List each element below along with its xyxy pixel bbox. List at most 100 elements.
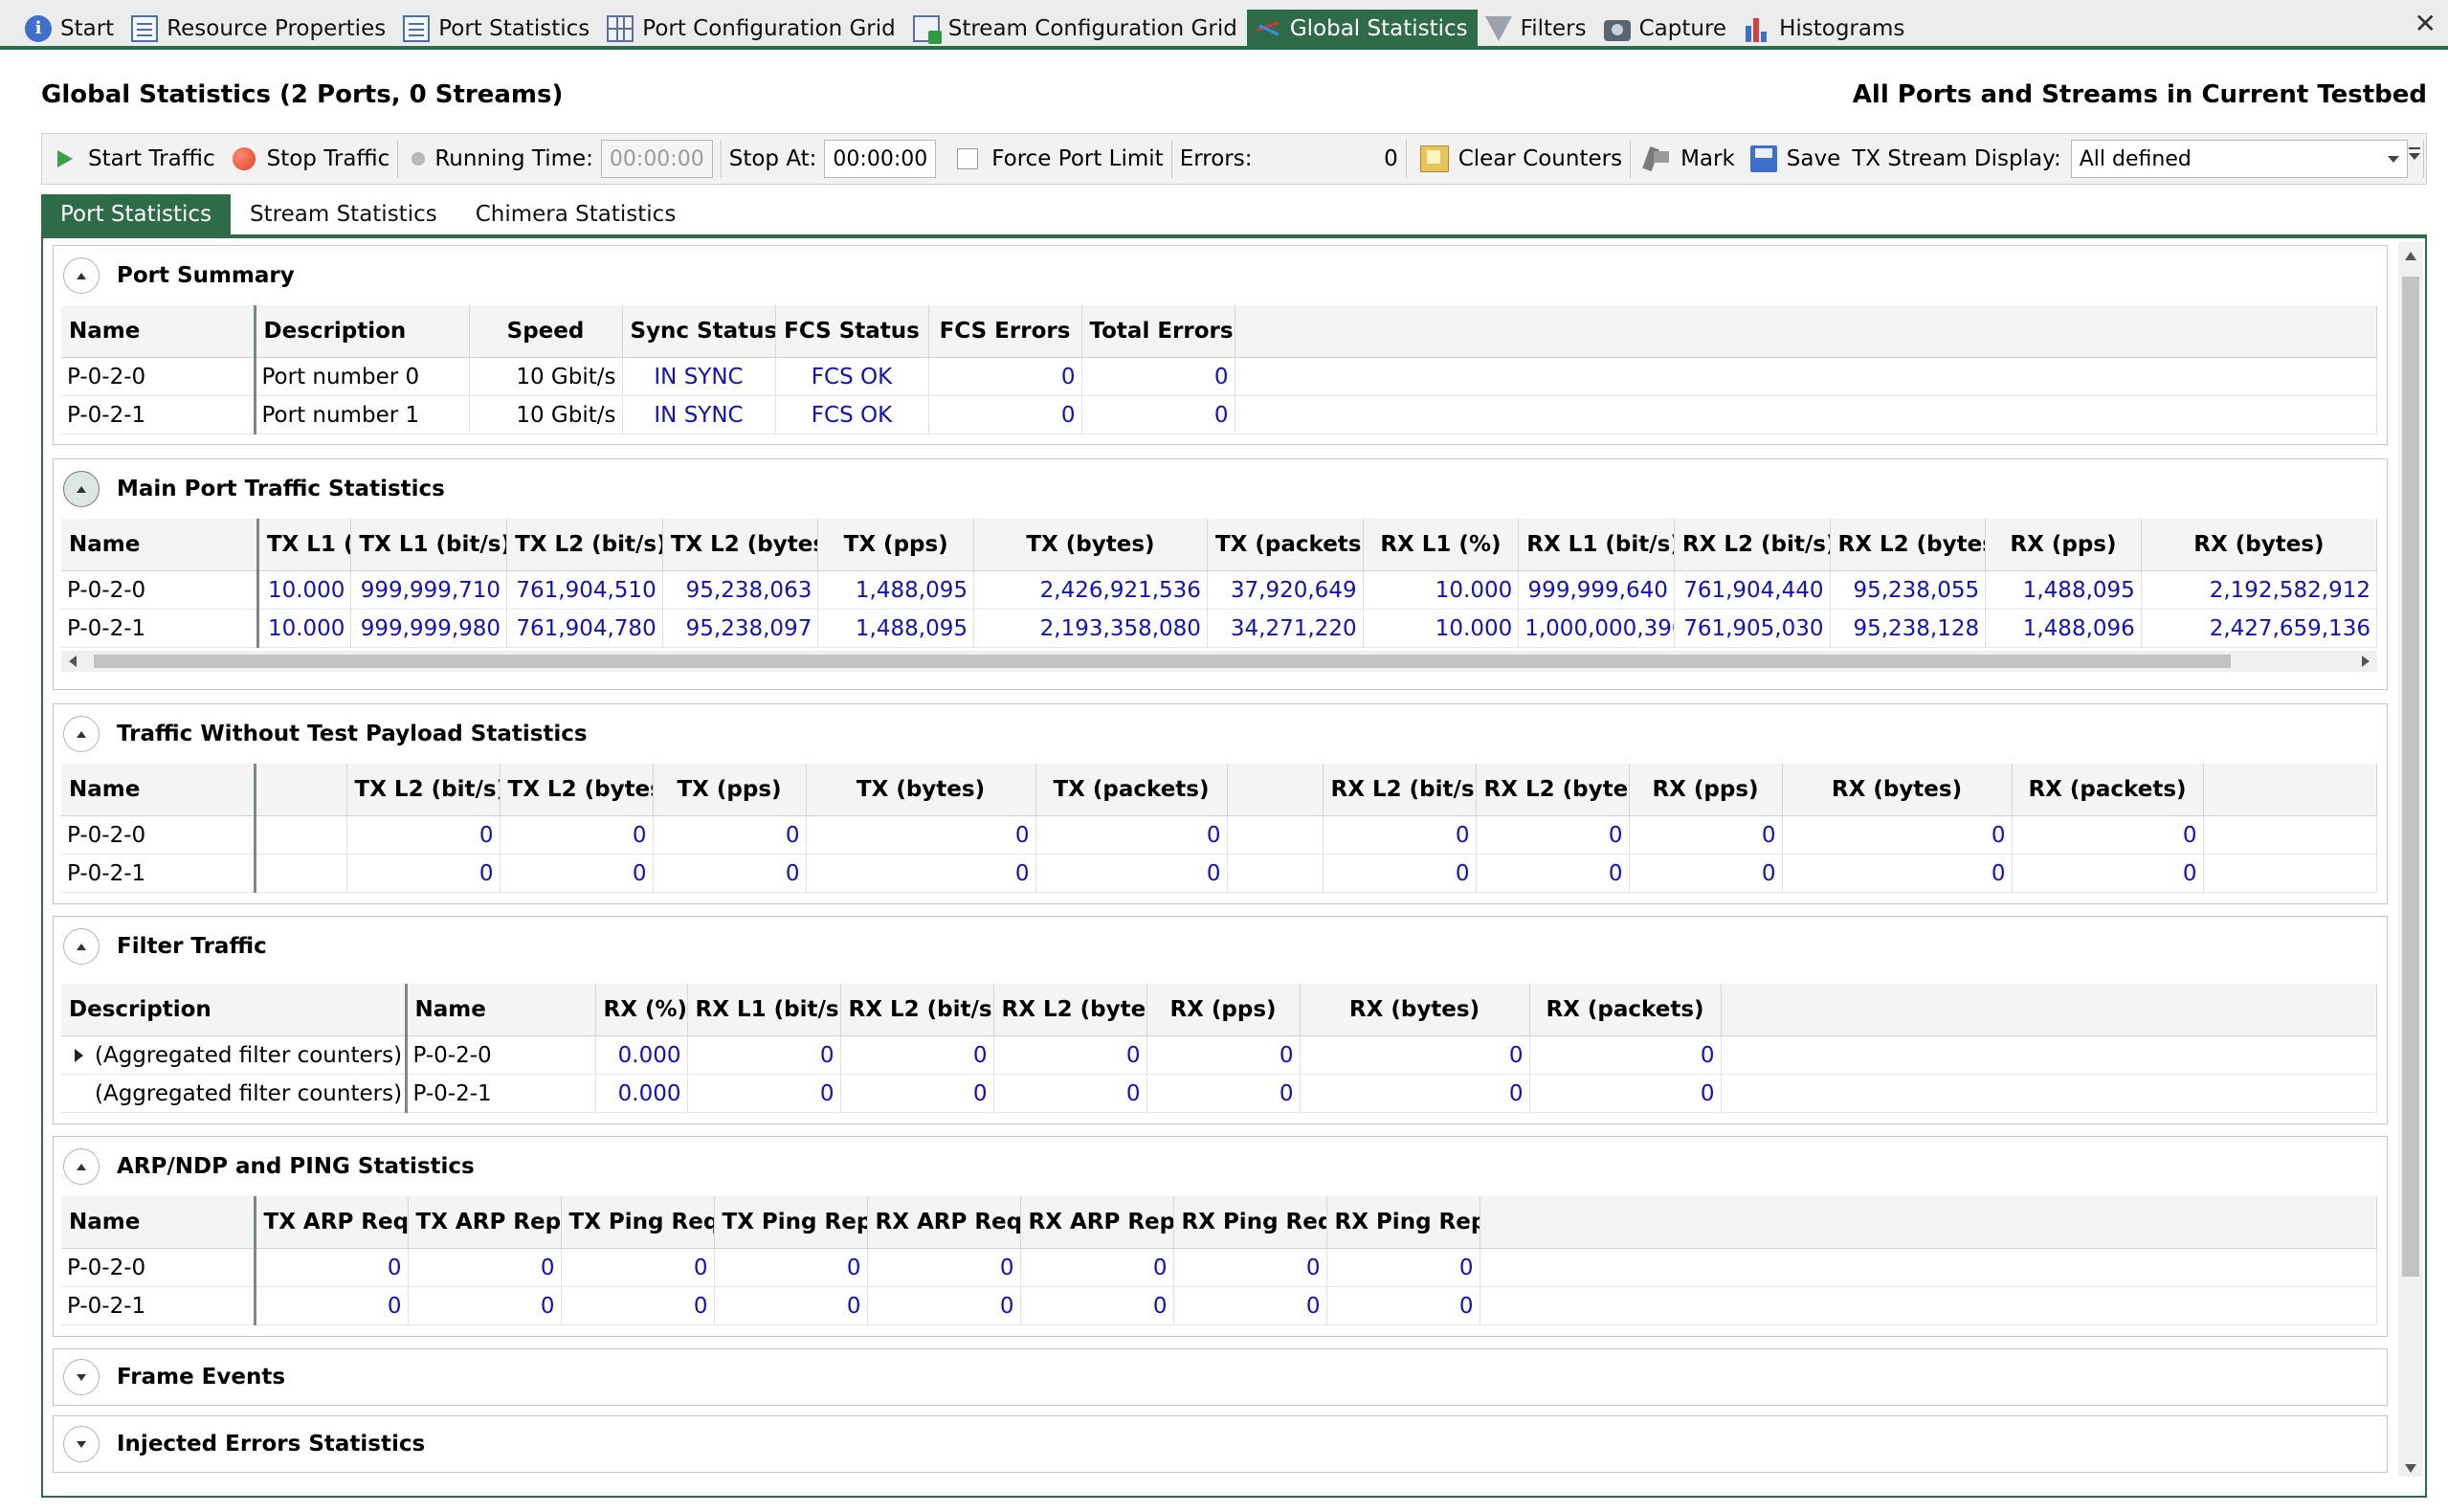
table-row[interactable]: P-0-2-0 10.000 999,999,710 761,904,510 9… — [61, 570, 2378, 610]
scroll-right-icon[interactable] — [2362, 656, 2370, 667]
column-header[interactable]: TX (packets) — [1207, 519, 1364, 571]
column-header[interactable]: RX (bytes) — [1300, 984, 1530, 1036]
section-header[interactable]: ARP/NDP and PING Statistics — [54, 1137, 2387, 1196]
section-header[interactable]: Traffic Without Test Payload Statistics — [54, 704, 2387, 764]
column-header[interactable]: Speed — [469, 305, 623, 358]
mark-button[interactable]: Mark — [1633, 134, 1741, 184]
column-header[interactable]: Name — [61, 519, 259, 571]
column-header[interactable]: RX L2 (bytes/s) — [993, 984, 1147, 1036]
column-header[interactable]: RX L2 (bytes/s) — [1476, 764, 1630, 816]
column-header[interactable]: TX L2 (bytes/s) — [500, 764, 654, 816]
column-header[interactable]: Name — [61, 305, 256, 358]
table-row[interactable]: P-0-2-0 Port number 0 10 Gbit/s IN SYNC … — [61, 357, 2377, 396]
column-header[interactable]: RX ARP Req — [867, 1196, 1021, 1249]
column-header[interactable]: TX L1 (%) — [257, 519, 352, 571]
stop-at-field[interactable]: 00:00:00 — [824, 140, 937, 178]
column-header[interactable]: RX (pps) — [1146, 984, 1301, 1036]
column-header[interactable]: RX Ping Rep — [1326, 1196, 1480, 1249]
tab-port-configuration-grid[interactable]: Port Configuration Grid — [599, 10, 904, 48]
tab-chimera-statistics[interactable]: Chimera Statistics — [456, 194, 696, 234]
column-header[interactable]: RX L2 (bit/s) — [1674, 519, 1831, 571]
column-header[interactable] — [1227, 764, 1324, 816]
tab-resource-properties[interactable]: Resource Properties — [123, 10, 395, 48]
column-header[interactable]: Sync Status — [622, 305, 776, 358]
column-header[interactable]: RX Ping Req — [1173, 1196, 1327, 1249]
tab-port-statistics[interactable]: Port Statistics — [395, 10, 599, 48]
column-header[interactable]: TX L2 (bit/s) — [346, 764, 501, 816]
scroll-down-icon[interactable] — [2405, 1464, 2416, 1473]
table-row[interactable]: P-0-2-0 0 0 0 0 0 0 0 0 — [61, 1248, 2377, 1287]
column-header[interactable]: RX L2 (bit/s) — [1323, 764, 1477, 816]
toolbar-overflow-icon[interactable] — [2409, 147, 2420, 160]
column-header[interactable]: RX L1 (bit/s) — [1518, 519, 1675, 571]
expand-icon[interactable] — [63, 1426, 100, 1462]
column-header[interactable]: Total Errors — [1081, 305, 1235, 358]
column-header[interactable] — [255, 764, 347, 816]
column-header[interactable]: RX L2 (bit/s) — [840, 984, 994, 1036]
vertical-scroll-thumb[interactable] — [2402, 277, 2419, 1277]
column-header[interactable]: RX (packets) — [1529, 984, 1722, 1036]
tab-filters[interactable]: Filters — [1478, 10, 1596, 48]
horizontal-scroll-thumb[interactable] — [94, 655, 2231, 668]
collapse-icon[interactable] — [63, 716, 100, 752]
section-header[interactable]: Injected Errors Statistics — [54, 1416, 2387, 1472]
save-button[interactable]: Save — [1741, 134, 1846, 184]
column-header[interactable]: RX ARP Rep — [1020, 1196, 1174, 1249]
table-row[interactable]: (Aggregated filter counters) P-0-2-0 0.0… — [61, 1035, 2377, 1075]
tab-stream-configuration-grid[interactable]: Stream Configuration Grid — [905, 10, 1247, 48]
column-header[interactable]: RX (pps) — [1629, 764, 1783, 816]
tab-port-statistics-sub[interactable]: Port Statistics — [41, 194, 232, 234]
vertical-scrollbar[interactable] — [2398, 242, 2423, 1477]
column-header[interactable]: Description — [61, 984, 408, 1036]
tab-capture[interactable]: Capture — [1596, 10, 1736, 48]
collapse-icon[interactable] — [63, 257, 100, 294]
collapse-icon[interactable] — [63, 1148, 100, 1185]
column-header[interactable]: TX ARP Req — [255, 1196, 409, 1249]
column-header[interactable]: TX Ping Rep — [714, 1196, 868, 1249]
column-header[interactable]: RX L2 (bytes/s) — [1830, 519, 1987, 571]
scroll-up-icon[interactable] — [2405, 252, 2416, 260]
column-header[interactable]: Name — [61, 764, 256, 816]
column-header[interactable]: TX Ping Req — [561, 1196, 715, 1249]
table-row[interactable]: P-0-2-1 0 0 0 0 0 0 0 0 — [61, 1286, 2377, 1325]
section-header[interactable]: Main Port Traffic Statistics — [54, 459, 2387, 519]
expand-row-icon[interactable] — [75, 1049, 83, 1062]
tx-stream-display-dropdown[interactable]: All defined — [2070, 140, 2408, 178]
tab-global-statistics[interactable]: Global Statistics — [1246, 10, 1478, 48]
expand-icon[interactable] — [63, 1359, 100, 1395]
horizontal-scrollbar[interactable] — [61, 651, 2377, 672]
column-header[interactable]: TX L2 (bytes/s) — [662, 519, 819, 571]
column-header[interactable]: TX (bytes) — [806, 764, 1036, 816]
stop-traffic-button[interactable]: Stop Traffic — [221, 134, 396, 184]
column-header[interactable]: Name — [61, 1196, 256, 1249]
clear-counters-button[interactable]: Clear Counters — [1409, 134, 1628, 184]
column-header[interactable]: Description — [255, 305, 470, 358]
checkbox-box[interactable] — [957, 148, 979, 169]
column-header[interactable]: RX (packets) — [2012, 764, 2204, 816]
table-row[interactable]: P-0-2-1 10.000 999,999,980 761,904,780 9… — [61, 609, 2378, 648]
column-header[interactable]: Name — [406, 984, 596, 1036]
table-row[interactable]: P-0-2-1 0 0 0 0 0 0 0 0 0 0 — [61, 854, 2377, 893]
table-row[interactable]: P-0-2-1 Port number 1 10 Gbit/s IN SYNC … — [61, 395, 2377, 434]
column-header[interactable]: RX L1 (bit/s) — [687, 984, 841, 1036]
column-header[interactable]: TX (packets) — [1035, 764, 1228, 816]
column-header[interactable]: TX (pps) — [817, 519, 974, 571]
section-header[interactable]: Frame Events — [54, 1349, 2387, 1405]
column-header[interactable]: TX (bytes) — [973, 519, 1208, 571]
column-header[interactable]: TX (pps) — [653, 764, 807, 816]
tab-histograms[interactable]: Histograms — [1736, 10, 1914, 48]
tab-start[interactable]: i Start — [17, 10, 123, 48]
column-header[interactable]: RX (bytes) — [1782, 764, 2013, 816]
column-header[interactable]: RX (bytes) — [2141, 519, 2378, 571]
column-header[interactable]: FCS Errors — [928, 305, 1082, 358]
column-header[interactable]: TX L1 (bit/s) — [350, 519, 508, 571]
section-header[interactable]: Port Summary — [54, 246, 2387, 305]
column-header[interactable]: RX (pps) — [1985, 519, 2142, 571]
table-row[interactable]: (Aggregated filter counters) P-0-2-1 0.0… — [61, 1074, 2377, 1113]
column-header[interactable]: RX (%) — [595, 984, 688, 1036]
collapse-icon[interactable] — [63, 928, 100, 965]
close-tab-icon[interactable]: ✕ — [2415, 8, 2437, 39]
column-header[interactable]: FCS Status — [775, 305, 929, 358]
force-port-limit-checkbox[interactable]: Force Port Limit — [942, 134, 1168, 184]
column-header[interactable]: RX L1 (%) — [1363, 519, 1520, 571]
